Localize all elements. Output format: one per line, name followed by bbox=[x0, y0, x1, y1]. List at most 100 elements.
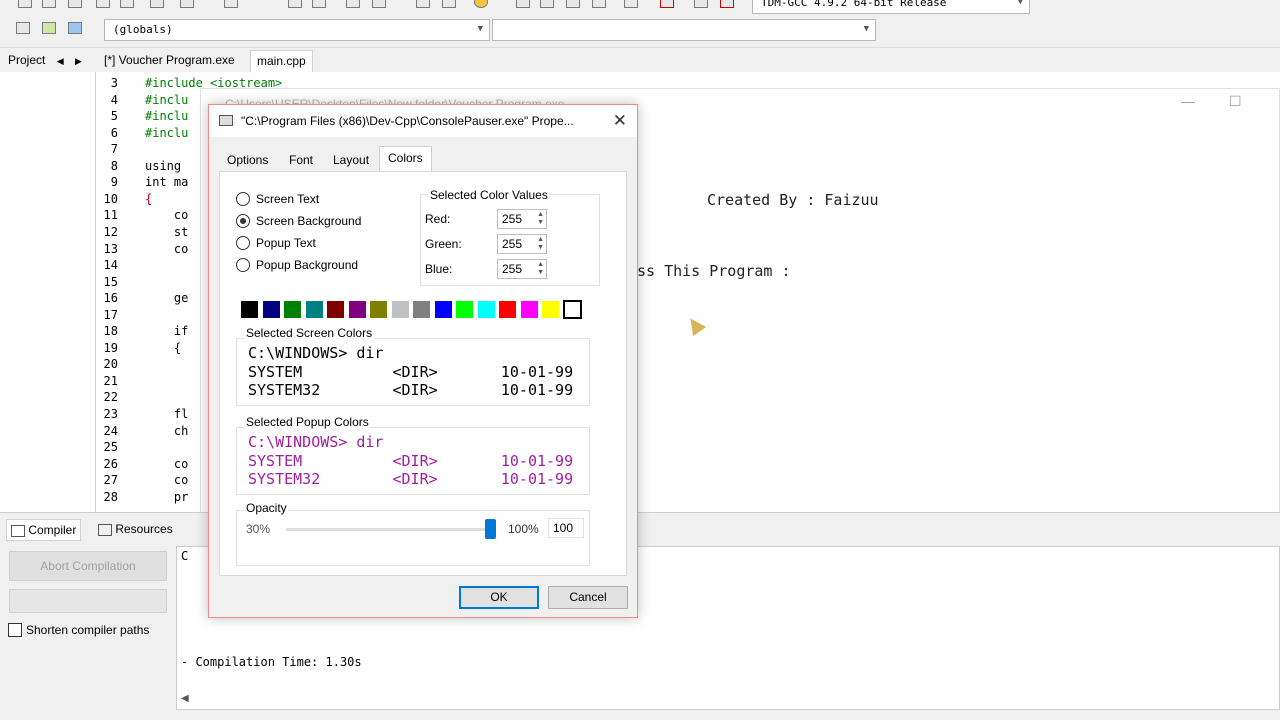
minimize-icon[interactable]: — bbox=[1181, 93, 1195, 109]
scroll-left-icon[interactable]: ◀ bbox=[181, 693, 189, 704]
tab-voucher-program[interactable]: [*] Voucher Program.exe bbox=[98, 50, 241, 72]
radio-screen-text[interactable] bbox=[236, 192, 250, 206]
layout-icon-4[interactable] bbox=[592, 0, 606, 8]
line-number: 7 bbox=[110, 142, 118, 157]
radio-popup-background[interactable] bbox=[236, 258, 250, 272]
bookmark-icon[interactable] bbox=[372, 0, 386, 8]
spinner-arrows-icon[interactable]: ▲ ▼ bbox=[537, 236, 544, 252]
goto-line-icon[interactable] bbox=[42, 22, 56, 34]
spinner-arrows-icon[interactable]: ▲ ▼ bbox=[537, 211, 544, 227]
palette-swatch[interactable] bbox=[326, 300, 345, 319]
green-spinner[interactable]: 255 ▲ ▼ bbox=[497, 234, 547, 254]
radio-screen-background[interactable] bbox=[236, 214, 250, 228]
palette-swatch[interactable] bbox=[519, 300, 539, 319]
palette-swatch[interactable] bbox=[433, 300, 453, 319]
tab-layout[interactable]: Layout bbox=[325, 149, 377, 171]
red-spinner[interactable]: 255 ▲ ▼ bbox=[497, 209, 547, 229]
line-number: 14 bbox=[103, 258, 118, 273]
stop-icon[interactable] bbox=[660, 0, 674, 8]
chart-icon[interactable] bbox=[694, 0, 708, 8]
compile-icon[interactable] bbox=[416, 0, 430, 8]
palette-swatch[interactable] bbox=[541, 300, 560, 319]
close-icon[interactable]: ✕ bbox=[613, 111, 627, 131]
palette-swatch[interactable] bbox=[476, 300, 496, 319]
tab-font[interactable]: Font bbox=[281, 149, 321, 171]
code-line[interactable]: #inclu bbox=[145, 109, 188, 123]
code-line[interactable]: co bbox=[145, 242, 188, 256]
save-all-icon[interactable] bbox=[96, 0, 110, 8]
palette-swatch[interactable] bbox=[412, 300, 431, 319]
chevron-right-icon[interactable]: ▶ bbox=[75, 56, 82, 66]
project-panel[interactable] bbox=[0, 72, 96, 512]
toggle-comment-icon[interactable] bbox=[68, 22, 82, 34]
spinner-arrows-icon[interactable]: ▲ ▼ bbox=[537, 261, 544, 277]
tab-resources[interactable]: Resources bbox=[98, 522, 173, 536]
layout-icon-1[interactable] bbox=[516, 0, 530, 8]
globals-select[interactable]: (globals) ▼ bbox=[104, 19, 490, 41]
ok-button[interactable]: OK bbox=[459, 586, 539, 609]
palette-swatch[interactable] bbox=[240, 300, 259, 319]
code-line[interactable]: #inclu bbox=[145, 93, 188, 107]
save-icon[interactable] bbox=[68, 0, 82, 8]
opacity-slider-thumb[interactable] bbox=[485, 519, 496, 539]
line-number: 26 bbox=[103, 456, 118, 471]
goto-icon[interactable] bbox=[346, 0, 360, 8]
tab-options[interactable]: Options bbox=[219, 149, 276, 171]
code-line[interactable]: ch bbox=[145, 424, 188, 438]
palette-swatch[interactable] bbox=[562, 300, 582, 319]
code-line[interactable]: co bbox=[145, 473, 188, 487]
run-icon[interactable] bbox=[442, 0, 456, 8]
code-line[interactable]: { bbox=[145, 191, 153, 206]
debug-icon[interactable] bbox=[474, 0, 488, 8]
replace-icon[interactable] bbox=[312, 0, 326, 8]
code-line[interactable]: ge bbox=[145, 291, 188, 305]
print-icon[interactable] bbox=[150, 0, 164, 8]
code-line[interactable]: pr bbox=[145, 490, 188, 504]
code-line[interactable]: st bbox=[145, 225, 188, 239]
undo-icon[interactable] bbox=[180, 0, 194, 8]
cancel-button[interactable]: Cancel bbox=[548, 586, 628, 609]
layout-icon-3[interactable] bbox=[566, 0, 580, 8]
tab-compiler[interactable]: Compiler bbox=[6, 519, 82, 541]
code-line[interactable]: co bbox=[145, 457, 188, 471]
palette-swatch[interactable] bbox=[498, 300, 517, 319]
chevron-left-icon[interactable]: ◀ bbox=[57, 56, 64, 66]
compiler-select[interactable]: TDM-GCC 4.9.2 64-bit Release ▼ bbox=[752, 0, 1030, 14]
close-file-icon[interactable] bbox=[120, 0, 134, 8]
tab-project[interactable]: Project ◀ ▶ bbox=[2, 50, 88, 72]
opacity-slider-track[interactable] bbox=[286, 528, 496, 531]
code-line[interactable]: fl bbox=[145, 407, 188, 421]
check-icon[interactable] bbox=[624, 0, 638, 8]
screen-colors-preview: C:\WINDOWS> dir SYSTEM <DIR> 10-01-99 SY… bbox=[244, 344, 584, 398]
palette-swatch[interactable] bbox=[455, 300, 474, 319]
shorten-paths-checkbox[interactable] bbox=[8, 623, 22, 637]
palette-swatch[interactable] bbox=[283, 300, 302, 319]
code-line[interactable]: if bbox=[145, 324, 188, 338]
palette-swatch[interactable] bbox=[390, 300, 410, 319]
blue-spinner[interactable]: 255 ▲ ▼ bbox=[497, 259, 547, 279]
code-line[interactable]: using bbox=[145, 159, 181, 173]
find-icon[interactable] bbox=[288, 0, 302, 8]
profile-icon[interactable] bbox=[720, 0, 734, 8]
palette-swatch[interactable] bbox=[347, 300, 367, 319]
redo-icon[interactable] bbox=[224, 0, 238, 8]
tab-main-cpp[interactable]: main.cpp bbox=[250, 50, 313, 72]
maximize-icon[interactable]: ☐ bbox=[1229, 93, 1242, 110]
code-line[interactable]: { bbox=[145, 341, 181, 355]
code-line[interactable]: int ma bbox=[145, 175, 188, 189]
abort-compilation-button[interactable]: Abort Compilation bbox=[9, 551, 167, 581]
opacity-value-field[interactable]: 100 bbox=[548, 518, 584, 538]
layout-icon-2[interactable] bbox=[540, 0, 554, 8]
palette-swatch[interactable] bbox=[304, 300, 324, 319]
radio-popup-text[interactable] bbox=[236, 236, 250, 250]
tab-colors[interactable]: Colors bbox=[379, 146, 432, 172]
palette-swatch[interactable] bbox=[369, 300, 388, 319]
open-file-icon[interactable] bbox=[42, 0, 56, 8]
log-compile-time: - Compilation Time: 1.30s bbox=[181, 655, 362, 669]
code-line[interactable]: #inclu bbox=[145, 126, 188, 140]
indent-icon[interactable] bbox=[16, 22, 30, 34]
new-file-icon[interactable] bbox=[18, 0, 32, 8]
code-line[interactable]: co bbox=[145, 208, 188, 222]
members-select[interactable]: ▼ bbox=[492, 19, 876, 41]
palette-swatch[interactable] bbox=[261, 300, 281, 319]
